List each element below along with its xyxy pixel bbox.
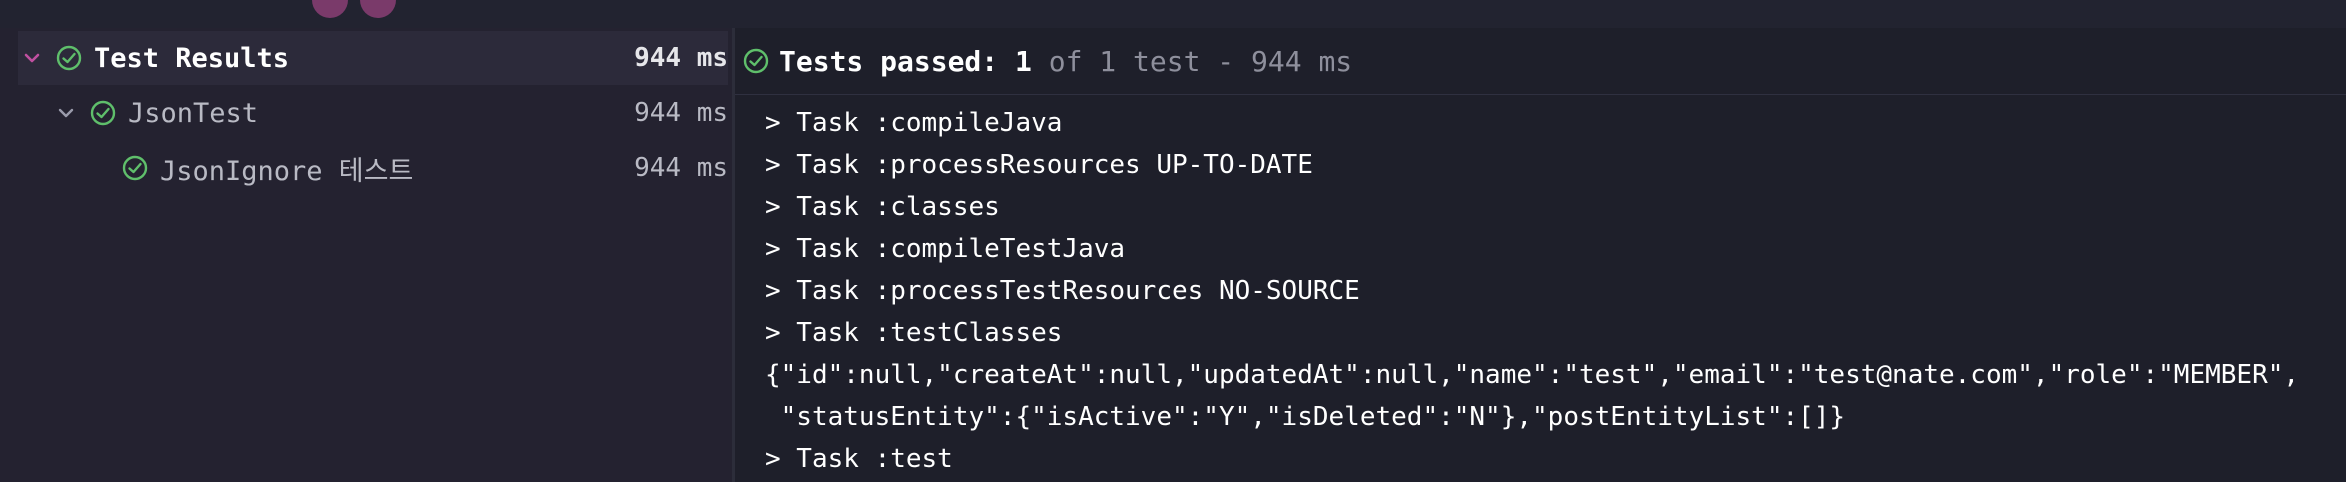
- tree-item-duration: 944 ms: [634, 43, 728, 73]
- check-circle-icon: [88, 98, 118, 128]
- tree-item-label: JsonIgnore 테스트: [160, 155, 414, 187]
- console-line: > Task :processTestResources NO-SOURCE: [765, 276, 1360, 306]
- status-prefix: Tests passed:: [779, 44, 1016, 78]
- test-tree-panel: Test Results 944 ms JsonTest 944 ms Json…: [0, 28, 732, 482]
- check-circle-icon: [120, 153, 150, 183]
- test-status-header: Tests passed: 1 of 1 test - 944 ms: [735, 28, 2346, 95]
- console-line: > Task :processResources UP-TO-DATE: [765, 150, 1313, 180]
- tree-item-label: Test Results: [94, 42, 290, 74]
- console-line: "statusEntity":{"isActive":"Y","isDelete…: [765, 402, 1846, 432]
- tree-item-duration: 944 ms: [634, 98, 728, 128]
- chevron-down-icon[interactable]: [18, 44, 46, 72]
- tree-item-label: JsonTest: [128, 97, 259, 129]
- console-line: > Task :testClasses: [765, 318, 1063, 348]
- console-output[interactable]: > Task :compileJava > Task :processResou…: [765, 102, 2335, 480]
- top-toolbar-strip: [0, 0, 2346, 28]
- console-line: > Task :classes: [765, 192, 1000, 222]
- tree-item-test-results[interactable]: Test Results 944 ms: [18, 31, 728, 85]
- check-circle-icon: [54, 43, 84, 73]
- check-circle-icon: [741, 46, 771, 76]
- console-panel: Tests passed: 1 of 1 test - 944 ms > Tas…: [735, 28, 2346, 482]
- console-line: > Task :compileJava: [765, 108, 1063, 138]
- passed-count: 1: [1015, 44, 1032, 78]
- chevron-down-icon[interactable]: [52, 99, 80, 127]
- tree-item-jsontest[interactable]: JsonTest 944 ms: [18, 86, 728, 140]
- console-line: > Task :test: [765, 444, 953, 474]
- toolbar-decoration: [312, 0, 348, 18]
- tree-item-duration: 944 ms: [634, 153, 728, 183]
- console-line: > Task :compileTestJava: [765, 234, 1126, 264]
- status-summary: of 1 test - 944 ms: [1031, 44, 1353, 78]
- console-line: {"id":null,"createAt":null,"updatedAt":n…: [765, 360, 2300, 390]
- toolbar-decoration: [360, 0, 396, 18]
- tree-item-jsonignore-test[interactable]: JsonIgnore 테스트 944 ms: [18, 141, 728, 195]
